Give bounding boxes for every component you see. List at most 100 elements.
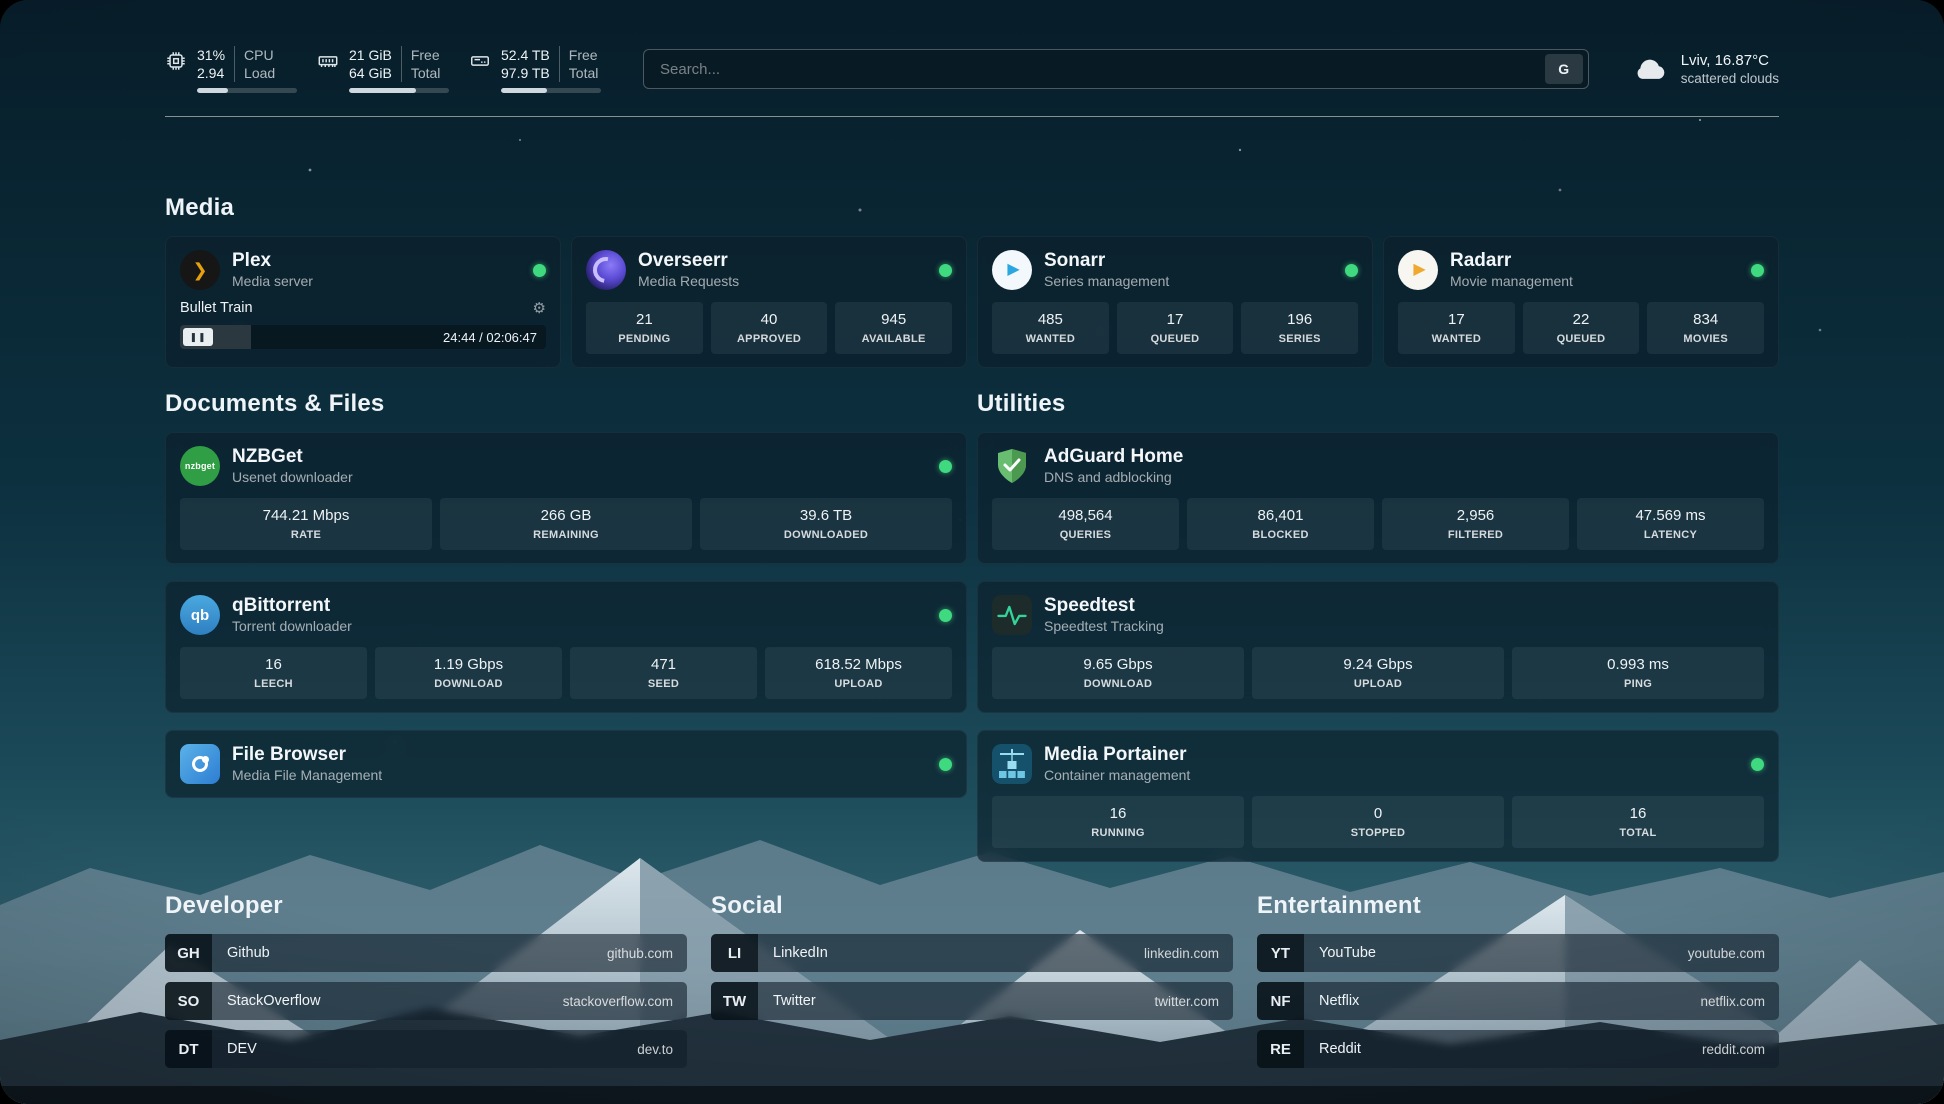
stat-box: 834 MOVIES [1647,302,1764,354]
section-title-media: Media [165,194,1779,222]
bookmark-name: YouTube [1319,945,1376,961]
stat-box: 266 GB REMAINING [440,498,692,550]
service-title: Speedtest [1044,595,1164,617]
ram-widget: 21 GiB 64 GiB Free Total [317,46,449,93]
portainer-icon [992,744,1032,784]
service-subtitle: Torrent downloader [232,617,352,635]
stat-label: UPLOAD [1256,677,1500,691]
stat-label: PENDING [590,332,699,346]
stat-box: 9.24 Gbps UPLOAD [1252,647,1504,699]
disk-widget: 52.4 TB 97.9 TB Free Total [469,46,601,93]
qbittorrent-card[interactable]: qb qBittorrent Torrent downloader 16 LEE… [165,581,967,713]
bookmark-reddit[interactable]: RE Reddit reddit.com [1257,1030,1779,1068]
sonarr-icon: ▶ [992,250,1032,290]
bookmark-youtube[interactable]: YT YouTube youtube.com [1257,934,1779,972]
bookmark-dev[interactable]: DT DEV dev.to [165,1030,687,1068]
stat-value: 471 [574,655,753,674]
bookmark-stackoverflow[interactable]: SO StackOverflow stackoverflow.com [165,982,687,1020]
now-playing-title: Bullet Train [180,300,253,316]
stat-box: 2,956 FILTERED [1382,498,1569,550]
stat-value: 21 [590,310,699,329]
ram-icon [317,50,339,72]
weather-location: Lviv, 16.87°C [1681,51,1779,70]
bookmark-abbr: LI [711,934,758,972]
settings-gear-icon[interactable]: ⚙ [533,299,546,317]
bookmark-abbr: DT [165,1030,212,1068]
overseerr-card[interactable]: Overseerr Media Requests 21 PENDING 40 A… [571,236,967,368]
bookmark-url: youtube.com [1688,946,1765,961]
ram-free-value: 21 GiB [349,46,392,64]
status-badge [939,460,952,473]
stat-value: 1.19 Gbps [379,655,558,674]
speedtest-card[interactable]: Speedtest Speedtest Tracking 9.65 Gbps D… [977,581,1779,713]
speedtest-icon [992,595,1032,635]
social-section: Social LI LinkedIn linkedin.com TW Twitt… [711,892,1233,1078]
bookmark-url: reddit.com [1702,1042,1765,1057]
radarr-card[interactable]: ▶ Radarr Movie management 17 WANTED [1383,236,1779,368]
bookmark-twitter[interactable]: TW Twitter twitter.com [711,982,1233,1020]
bookmark-netflix[interactable]: NF Netflix netflix.com [1257,982,1779,1020]
stat-value: 17 [1121,310,1230,329]
playback-pause-button[interactable]: ❚❚ [183,328,213,346]
stat-label: QUEUED [1121,332,1230,346]
adguard-card[interactable]: AdGuard Home DNS and adblocking 498,564 … [977,432,1779,564]
stat-box: 9.65 Gbps DOWNLOAD [992,647,1244,699]
service-subtitle: Speedtest Tracking [1044,617,1164,635]
stat-label: MOVIES [1651,332,1760,346]
service-subtitle: Series management [1044,272,1169,290]
documents-section: Documents & Files nzbget NZBGet Usenet d… [165,390,967,862]
stat-label: QUEUED [1527,332,1636,346]
status-badge [533,264,546,277]
stats-row: 498,564 QUERIES 86,401 BLOCKED 2,956 FIL… [992,498,1764,550]
stat-label: DOWNLOADED [704,528,948,542]
cpu-usage-value: 31% [197,46,225,64]
stat-value: 17 [1402,310,1511,329]
stat-label: PING [1516,677,1760,691]
stat-box: 471 SEED [570,647,757,699]
bookmark-github[interactable]: GH Github github.com [165,934,687,972]
system-metrics: 31% 2.94 CPU Load [165,46,601,93]
stat-value: 618.52 Mbps [769,655,948,674]
stat-label: WANTED [996,332,1105,346]
stat-value: 16 [1516,804,1760,823]
portainer-card[interactable]: Media Portainer Container management 16 … [977,730,1779,862]
stat-label: WANTED [1402,332,1511,346]
disk-label-1: Free [569,46,599,64]
disk-label-2: Total [569,64,599,82]
stat-label: RATE [184,528,428,542]
stat-box: 39.6 TB DOWNLOADED [700,498,952,550]
stats-row: 16 RUNNING 0 STOPPED 16 TOTAL [992,796,1764,848]
ram-label-2: Total [411,64,441,82]
search-engine-button[interactable]: G [1545,54,1583,84]
disk-free-value: 52.4 TB [501,46,550,64]
cpu-progress-bar [197,88,297,93]
search-input[interactable] [658,60,1545,79]
stat-box: 86,401 BLOCKED [1187,498,1374,550]
plex-card[interactable]: ❯ Plex Media server Bullet Train ⚙ ❚❚ [165,236,561,368]
stat-box: 498,564 QUERIES [992,498,1179,550]
stat-label: LEECH [184,677,363,691]
sonarr-card[interactable]: ▶ Sonarr Series management 485 WANTED [977,236,1373,368]
stat-value: 47.569 ms [1581,506,1760,525]
filebrowser-card[interactable]: File Browser Media File Management [165,730,967,798]
stat-value: 196 [1245,310,1354,329]
bookmark-linkedin[interactable]: LI LinkedIn linkedin.com [711,934,1233,972]
stat-value: 16 [996,804,1240,823]
bookmark-url: stackoverflow.com [563,994,673,1009]
bookmark-abbr: GH [165,934,212,972]
service-title: Plex [232,250,313,272]
stat-label: BLOCKED [1191,528,1370,542]
stats-row: 21 PENDING 40 APPROVED 945 AVAILABLE [586,302,952,354]
stat-box: 16 RUNNING [992,796,1244,848]
stat-value: 9.24 Gbps [1256,655,1500,674]
cpu-widget: 31% 2.94 CPU Load [165,46,297,93]
nzbget-card[interactable]: nzbget NZBGet Usenet downloader 744.21 M… [165,432,967,564]
entertainment-section: Entertainment YT YouTube youtube.com NF … [1257,892,1779,1078]
section-title-documents: Documents & Files [165,390,967,418]
bookmark-abbr: RE [1257,1030,1304,1068]
playback-progress-bar[interactable]: ❚❚ 24:44 / 02:06:47 [180,325,546,349]
bookmark-name: Twitter [773,993,816,1009]
stat-value: 2,956 [1386,506,1565,525]
status-badge [1345,264,1358,277]
service-subtitle: Media server [232,272,313,290]
